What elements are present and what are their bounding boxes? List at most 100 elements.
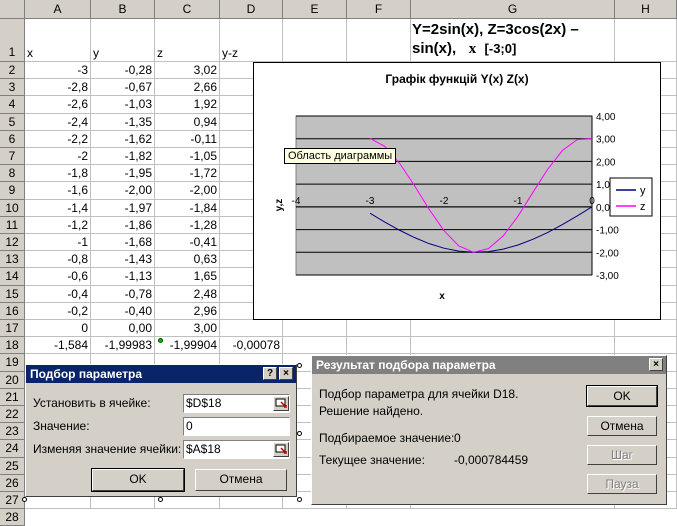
result-close-button[interactable]: × xyxy=(649,358,663,371)
result-titlebar[interactable]: Результат подбора параметра × xyxy=(312,356,666,374)
row-header-5[interactable]: 5 xyxy=(0,113,25,131)
cell-D17[interactable] xyxy=(220,320,283,338)
cell-A16[interactable]: -0,2 xyxy=(25,302,91,320)
cell-C8[interactable]: -1,72 xyxy=(155,165,220,183)
cell-B18[interactable]: -1,99983 xyxy=(91,337,155,355)
row-header-2[interactable]: 2 xyxy=(0,62,25,80)
cell-B5[interactable]: -1,35 xyxy=(91,113,155,131)
cell-C11[interactable]: -1,28 xyxy=(155,216,220,234)
cell-C15[interactable]: 2,48 xyxy=(155,285,220,303)
collapse-dialog-icon-2[interactable] xyxy=(273,442,289,457)
cell-B17[interactable]: 0,00 xyxy=(91,320,155,338)
cell-A1[interactable]: x xyxy=(25,19,91,62)
column-header-F[interactable]: F xyxy=(347,0,411,19)
row-header-18[interactable]: 18 xyxy=(0,337,25,355)
row-header-26[interactable]: 26 xyxy=(0,474,25,492)
result-cancel-button[interactable]: Отмена xyxy=(587,416,657,436)
cell-G18[interactable] xyxy=(411,337,615,355)
column-header-C[interactable]: C xyxy=(155,0,220,19)
row-header-6[interactable]: 6 xyxy=(0,130,25,148)
cell-B11[interactable]: -1,86 xyxy=(91,216,155,234)
cell-C1[interactable]: z xyxy=(155,19,220,62)
row-header-11[interactable]: 11 xyxy=(0,216,25,234)
cell-F17[interactable] xyxy=(347,320,411,338)
row-header-13[interactable]: 13 xyxy=(0,251,25,269)
cell-E18[interactable] xyxy=(283,337,347,355)
ok-button[interactable]: OK xyxy=(91,468,185,492)
row-header-15[interactable]: 15 xyxy=(0,285,25,303)
cell-C6[interactable]: -0,11 xyxy=(155,130,220,148)
cell-C13[interactable]: 0,63 xyxy=(155,251,220,269)
cell-C7[interactable]: -1,05 xyxy=(155,148,220,166)
cell-B2[interactable]: -0,28 xyxy=(91,62,155,80)
row-header-7[interactable]: 7 xyxy=(0,148,25,166)
row-header-4[interactable]: 4 xyxy=(0,96,25,114)
cell-A17[interactable]: 0 xyxy=(25,320,91,338)
row-header-22[interactable]: 22 xyxy=(0,406,25,424)
cell-B10[interactable]: -1,97 xyxy=(91,199,155,217)
goal-seek-titlebar[interactable]: Подбор параметра ? × xyxy=(26,365,296,383)
row-header-12[interactable]: 12 xyxy=(0,234,25,252)
cell-B13[interactable]: -1,43 xyxy=(91,251,155,269)
row-header-27[interactable]: 27 xyxy=(0,492,25,510)
cell-C4[interactable]: 1,92 xyxy=(155,96,220,114)
help-button[interactable]: ? xyxy=(263,367,277,380)
cell-A9[interactable]: -1,6 xyxy=(25,182,91,200)
row-header-9[interactable]: 9 xyxy=(0,182,25,200)
cell-C18[interactable]: -1,99904 xyxy=(155,337,220,355)
row-header-24[interactable]: 24 xyxy=(0,440,25,458)
close-button[interactable]: × xyxy=(279,367,293,380)
cell-F1[interactable] xyxy=(347,19,411,62)
cell-E17[interactable] xyxy=(283,320,347,338)
cell-C9[interactable]: -2,00 xyxy=(155,182,220,200)
row-header-17[interactable]: 17 xyxy=(0,320,25,338)
selection-handle[interactable] xyxy=(22,497,27,502)
cell-B8[interactable]: -1,95 xyxy=(91,165,155,183)
rotate-handle[interactable] xyxy=(158,338,163,343)
cell-A6[interactable]: -2,2 xyxy=(25,130,91,148)
cell-F18[interactable] xyxy=(347,337,411,355)
cell-C12[interactable]: -0,41 xyxy=(155,234,220,252)
selection-handle[interactable] xyxy=(297,363,302,368)
cell-B4[interactable]: -1,03 xyxy=(91,96,155,114)
column-header-G[interactable]: G xyxy=(411,0,615,19)
cell-D18[interactable]: -0,00078 xyxy=(220,337,283,355)
cell-B7[interactable]: -1,82 xyxy=(91,148,155,166)
cell-C10[interactable]: -1,84 xyxy=(155,199,220,217)
selection-handle[interactable] xyxy=(158,497,163,502)
cell-C5[interactable]: 0,94 xyxy=(155,113,220,131)
cell-A3[interactable]: -2,8 xyxy=(25,79,91,97)
cell-A8[interactable]: -1,8 xyxy=(25,165,91,183)
cell-B12[interactable]: -1,68 xyxy=(91,234,155,252)
cell-A15[interactable]: -0,4 xyxy=(25,285,91,303)
cell-D1[interactable]: y-z xyxy=(220,19,283,62)
select-all-corner[interactable] xyxy=(0,0,25,19)
cell-B15[interactable]: -0,78 xyxy=(91,285,155,303)
row-header-28[interactable]: 28 xyxy=(0,509,25,526)
cell-A12[interactable]: -1 xyxy=(25,234,91,252)
column-header-D[interactable]: D xyxy=(220,0,283,19)
cell-H1[interactable] xyxy=(615,19,677,62)
row-header-10[interactable]: 10 xyxy=(0,199,25,217)
row-header-14[interactable]: 14 xyxy=(0,268,25,286)
selection-handle[interactable] xyxy=(297,431,302,436)
cell-B16[interactable]: -0,40 xyxy=(91,302,155,320)
cell-A4[interactable]: -2,6 xyxy=(25,96,91,114)
cell-A14[interactable]: -0,6 xyxy=(25,268,91,286)
cell-A18[interactable]: -1,584 xyxy=(25,337,91,355)
cell-B3[interactable]: -0,67 xyxy=(91,79,155,97)
cell-A11[interactable]: -1,2 xyxy=(25,216,91,234)
cell-H17[interactable] xyxy=(615,320,677,338)
cell-E1[interactable] xyxy=(283,19,347,62)
cell-B1[interactable]: y xyxy=(91,19,155,62)
row-header-3[interactable]: 3 xyxy=(0,79,25,97)
cell-C2[interactable]: 3,02 xyxy=(155,62,220,80)
row-header-19[interactable]: 19 xyxy=(0,354,25,372)
cell-B9[interactable]: -2,00 xyxy=(91,182,155,200)
cell-C3[interactable]: 2,66 xyxy=(155,79,220,97)
row-header-20[interactable]: 20 xyxy=(0,371,25,389)
cell-A7[interactable]: -2 xyxy=(25,148,91,166)
cell-C16[interactable]: 2,96 xyxy=(155,302,220,320)
cell-H18[interactable] xyxy=(615,337,677,355)
row-header-8[interactable]: 8 xyxy=(0,165,25,183)
